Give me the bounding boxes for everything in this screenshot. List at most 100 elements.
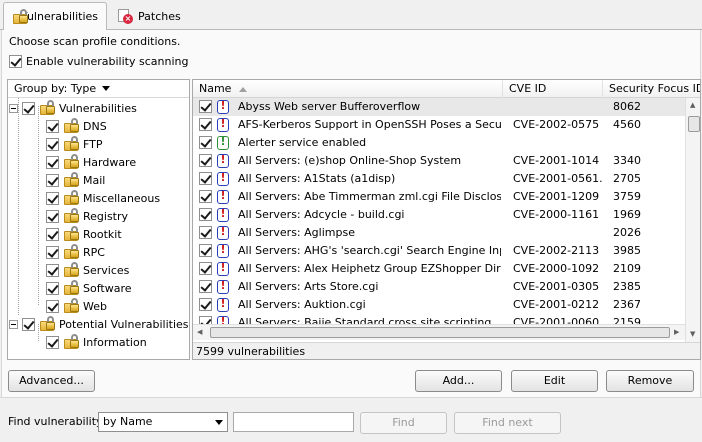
- cell-security-focus-id: 3759: [613, 190, 641, 203]
- cell-security-focus-id: 2385: [613, 280, 641, 293]
- table-row[interactable]: All Servers: AHG's 'search.cgi' Search E…: [193, 242, 685, 260]
- cell-security-focus-id: 4560: [613, 118, 641, 131]
- tree-node-miscellaneous[interactable]: Miscellaneous: [46, 189, 160, 207]
- add-button[interactable]: Add...: [415, 370, 502, 392]
- table-row[interactable]: Abyss Web server Bufferoverflow 8062: [193, 98, 685, 116]
- cell-name: AFS-Kerberos Support in OpenSSH Poses a …: [238, 118, 501, 131]
- tree-node-rootkit[interactable]: Rootkit: [46, 225, 122, 243]
- scroll-up-icon[interactable]: ▲: [690, 101, 695, 109]
- table-row[interactable]: All Servers: A1Stats (a1disp) CVE-2001-05…: [193, 170, 685, 188]
- tree-node-rpc[interactable]: RPC: [46, 243, 105, 261]
- vertical-scrollbar[interactable]: ▲ ▼: [685, 98, 700, 342]
- row-checkbox[interactable]: [199, 154, 212, 167]
- row-checkbox[interactable]: [199, 136, 212, 149]
- cell-name: All Servers: AHG's 'search.cgi' Search E…: [238, 244, 501, 257]
- column-header-label: CVE ID: [509, 82, 547, 95]
- tree-checkbox[interactable]: [46, 191, 59, 205]
- enable-scanning-checkbox[interactable]: [9, 55, 22, 68]
- tree-checkbox[interactable]: [46, 155, 59, 169]
- sort-ascending-icon: [239, 86, 248, 92]
- tree-checkbox[interactable]: [46, 299, 59, 313]
- tree-checkbox[interactable]: [46, 335, 59, 349]
- tree-checkbox[interactable]: [46, 281, 59, 295]
- table-row[interactable]: All Servers: Adcycle - build.cgi CVE-2000…: [193, 206, 685, 224]
- table-row[interactable]: All Servers: Auktion.cgi CVE-2001-0212 236…: [193, 296, 685, 314]
- tree-checkbox[interactable]: [22, 317, 35, 331]
- cell-cve-id: CVE-2001-0212: [513, 298, 600, 311]
- lock-folder-icon: [63, 298, 79, 314]
- table-row[interactable]: AFS-Kerberos Support in OpenSSH Poses a …: [193, 116, 685, 134]
- vulnerability-icon: [217, 99, 229, 114]
- find-button[interactable]: Find: [360, 412, 447, 434]
- tree-checkbox[interactable]: [46, 263, 59, 277]
- tree-node-software[interactable]: Software: [46, 279, 132, 297]
- row-checkbox[interactable]: [199, 100, 212, 113]
- tree-node-registry[interactable]: Registry: [46, 207, 128, 225]
- row-checkbox[interactable]: [199, 280, 212, 293]
- table-row[interactable]: All Servers: Arts Store.cgi CVE-2001-0305…: [193, 278, 685, 296]
- tree-node-mail[interactable]: Mail: [46, 171, 105, 189]
- find-query-input[interactable]: [233, 412, 354, 432]
- lock-folder-icon: [63, 208, 79, 224]
- tree-checkbox[interactable]: [46, 137, 59, 151]
- collapse-icon[interactable]: [9, 319, 18, 329]
- tree-node-ftp[interactable]: FTP: [46, 135, 103, 153]
- tree-node-label: Registry: [83, 209, 129, 223]
- row-checkbox[interactable]: [199, 244, 212, 257]
- cell-cve-id: CVE-2001-0561...: [513, 172, 603, 185]
- horizontal-scroll-thumb[interactable]: [210, 327, 670, 338]
- tree-node-label: FTP: [83, 137, 103, 151]
- row-checkbox[interactable]: [199, 226, 212, 239]
- find-mode-select[interactable]: by Name: [98, 412, 228, 432]
- cell-name: All Servers: A1Stats (a1disp): [238, 172, 396, 185]
- row-checkbox[interactable]: [199, 262, 212, 275]
- table-row[interactable]: Alerter service enabled: [193, 134, 685, 152]
- column-header-cve[interactable]: CVE ID: [503, 80, 603, 98]
- row-checkbox[interactable]: [199, 172, 212, 185]
- edit-button[interactable]: Edit: [511, 370, 598, 392]
- scroll-right-icon[interactable]: ▶: [674, 328, 679, 336]
- row-checkbox[interactable]: [199, 190, 212, 203]
- tree-node-information[interactable]: Information: [46, 333, 147, 351]
- scroll-down-icon[interactable]: ▼: [690, 330, 695, 338]
- lock-folder-icon: [63, 118, 79, 134]
- table-row[interactable]: All Servers: Abe Timmerman zml.cgi File …: [193, 188, 685, 206]
- tab-vulnerabilities[interactable]: Vulnerabilities: [3, 2, 107, 30]
- table-row[interactable]: All Servers: Alex Heiphetz Group EZShopp…: [193, 260, 685, 278]
- cell-cve-id: CVE-2000-1092: [513, 262, 600, 275]
- tree-checkbox[interactable]: [46, 173, 59, 187]
- tree-node-vulnerabilities[interactable]: Vulnerabilities: [9, 99, 137, 117]
- column-header-sf[interactable]: Security Focus ID: [603, 80, 701, 98]
- group-by-dropdown[interactable]: Group by: Type: [8, 80, 189, 98]
- cell-security-focus-id: 2705: [613, 172, 641, 185]
- tree-node-label: Potential Vulnerabilities: [59, 317, 189, 331]
- tree-checkbox[interactable]: [46, 119, 59, 133]
- vulnerability-icon: [217, 153, 229, 168]
- tree-node-hardware[interactable]: Hardware: [46, 153, 136, 171]
- tab-patches[interactable]: × Patches: [109, 2, 189, 30]
- row-checkbox[interactable]: [199, 298, 212, 311]
- find-next-button[interactable]: Find next: [454, 412, 561, 434]
- tree-node-dns[interactable]: DNS: [46, 117, 107, 135]
- vertical-scroll-thumb[interactable]: [688, 116, 700, 132]
- tree-checkbox[interactable]: [46, 209, 59, 223]
- table-row[interactable]: All Servers: Aglimpse 2026: [193, 224, 685, 242]
- column-header-label: Security Focus ID: [609, 82, 701, 95]
- scroll-left-icon[interactable]: ◀: [197, 328, 202, 336]
- row-checkbox[interactable]: [199, 118, 212, 131]
- column-header-name[interactable]: Name: [193, 80, 503, 98]
- tree-node-services[interactable]: Services: [46, 261, 129, 279]
- tree-checkbox[interactable]: [46, 227, 59, 241]
- collapse-icon[interactable]: [9, 103, 18, 113]
- remove-button[interactable]: Remove: [606, 370, 694, 392]
- row-checkbox[interactable]: [199, 208, 212, 221]
- cell-cve-id: [513, 224, 603, 242]
- advanced-button[interactable]: Advanced...: [8, 370, 95, 392]
- horizontal-scrollbar[interactable]: ◀ ▶: [193, 324, 685, 340]
- tree-checkbox[interactable]: [46, 245, 59, 259]
- tree-node-potential-vulnerabilities[interactable]: Potential Vulnerabilities: [9, 315, 189, 333]
- table-row[interactable]: All Servers: (e)shop Online-Shop System C…: [193, 152, 685, 170]
- tree-checkbox[interactable]: [22, 101, 35, 115]
- vulnerability-icon: [217, 279, 229, 294]
- tree-node-web[interactable]: Web: [46, 297, 107, 315]
